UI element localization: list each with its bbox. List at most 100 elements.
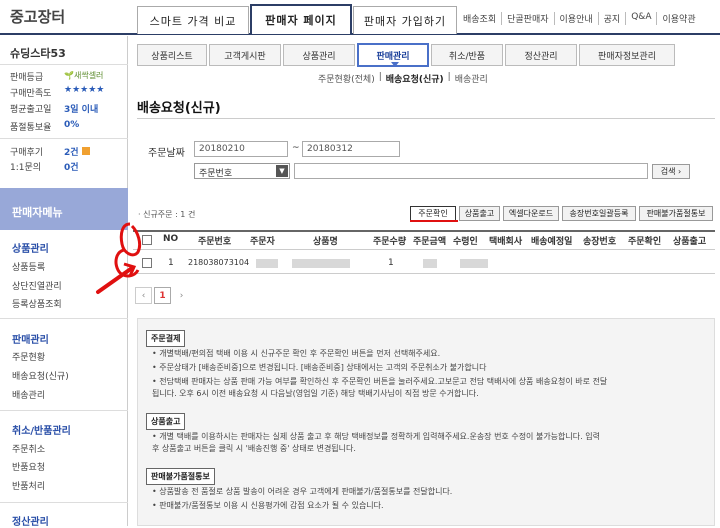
product-ship-button[interactable]: 상품출고	[459, 206, 500, 221]
subtab-settlement[interactable]: 정산관리	[505, 44, 577, 66]
notice-line: 됩니다. 오후 6시 이전 배송요청 시 다음날(영업일 기준) 해당 택배기사…	[152, 389, 479, 398]
col-recipient: 수령인	[453, 237, 478, 247]
divider	[0, 318, 128, 319]
new-order-count: · 신규주문 : 1 건	[138, 210, 196, 219]
notice-line: 후 상품출고 버튼을 클릭 시 '배송진행 중' 상태로 변경됩니다.	[152, 444, 356, 453]
soldout-rate-value: 0%	[64, 120, 80, 130]
menu-item-product-register[interactable]: 상품등록	[12, 260, 45, 273]
date-from-input[interactable]	[194, 141, 288, 157]
red-annotation-mark	[96, 222, 142, 294]
review-value[interactable]: 2건	[64, 145, 90, 158]
satisfaction-stars: ★★★★★	[64, 85, 105, 95]
chevron-down-icon: ▼	[276, 165, 288, 177]
new-badge-icon	[81, 147, 90, 155]
notice-line: • 상품발송 전 품절로 상품 발송이 어려운 경우 고객에게 판매불가/품절통…	[152, 487, 453, 496]
subtab-product-manage[interactable]: 상품관리	[283, 44, 355, 66]
link-notice[interactable]: 공지	[597, 12, 626, 25]
search-button[interactable]: 검색 ›	[652, 164, 690, 179]
search-type-value: 주문번호	[199, 169, 233, 179]
divider	[0, 502, 128, 503]
menu-item-delivery-manage[interactable]: 배송관리	[12, 388, 45, 401]
col-order-no: 주문번호	[198, 237, 232, 247]
notice-order-payment-title: 주문결제	[146, 330, 186, 347]
avg-ship-label: 평균출고일	[10, 105, 52, 115]
menu-item-return-request[interactable]: 반품요청	[12, 460, 45, 473]
subsub-order-status[interactable]: 주문현황(전체)	[314, 72, 379, 85]
col-amount: 주문금액	[413, 237, 447, 247]
red-underline-annotation	[410, 220, 458, 222]
inquiry-value[interactable]: 0건	[64, 160, 79, 173]
date-to-input[interactable]	[302, 141, 400, 157]
sub-sub-nav: 주문현황(전체) | 배송요청(신규) | 배송관리	[314, 72, 492, 85]
date-range-tilde: ~	[292, 143, 300, 153]
bulk-invoice-button[interactable]: 송장번호일괄등록	[562, 206, 636, 221]
subtab-seller-info[interactable]: 판매자정보관리	[579, 44, 675, 66]
col-invoice-no: 송장번호	[583, 237, 617, 247]
col-delivery-date: 배송예정일	[531, 237, 573, 247]
menu-item-return-process[interactable]: 반품처리	[12, 479, 45, 492]
menu-item-delivery-request[interactable]: 배송요청(신규)	[12, 369, 69, 382]
subsub-delivery-request[interactable]: 배송요청(신규)	[382, 72, 448, 85]
col-product: 상품명	[313, 237, 338, 247]
grade-label: 판매등급	[10, 73, 44, 83]
row-order-no[interactable]: 218038073104	[188, 258, 249, 267]
next-page-icon[interactable]: ›	[173, 287, 190, 304]
link-terms[interactable]: 이용약관	[656, 12, 700, 25]
avg-ship-value: 3일 이내	[64, 105, 99, 115]
menu-group-cancel-return[interactable]: 취소/반품관리	[12, 422, 71, 437]
notice-line: • 전담택배 판매자는 상품 판매 가능 여부를 확인하신 후 주문확인 버튼을…	[152, 377, 608, 386]
notice-line: • 개별 택배를 이용하시는 판매자는 실제 상품 출고 후 해당 택배정보를 …	[152, 432, 600, 441]
soldout-notice-button[interactable]: 판매불가품절통보	[639, 206, 713, 221]
notice-soldout-title: 판매불가품절통보	[146, 468, 215, 485]
link-regular-seller[interactable]: 단골판매자	[501, 12, 553, 25]
menu-item-order-status[interactable]: 주문현황	[12, 350, 45, 363]
tab-seller-signup[interactable]: 판매자 가입하기	[353, 6, 457, 34]
menu-group-sales[interactable]: 판매관리	[12, 331, 49, 346]
grade-value: 🌱새싹셀러	[64, 71, 104, 80]
search-input[interactable]	[294, 163, 648, 179]
menu-item-product-lookup[interactable]: 등록상품조회	[12, 297, 62, 310]
col-order-confirm: 주문확인	[628, 237, 662, 247]
top-links: 배송조회 단골판매자 이용안내 공지 Q&A 이용약관	[463, 12, 701, 25]
menu-group-product[interactable]: 상품관리	[12, 240, 49, 255]
subtab-product-list[interactable]: 상품리스트	[137, 44, 207, 66]
inquiry-label: 1:1문의	[10, 163, 42, 173]
col-orderer: 주문자	[250, 237, 275, 247]
subtab-customer-board[interactable]: 고객게시판	[209, 44, 281, 66]
col-qty: 주문수량	[373, 237, 407, 247]
col-ship: 상품출고	[673, 237, 707, 247]
excel-download-button[interactable]: 엑셀다운로드	[503, 206, 559, 221]
satisfaction-label: 구매만족도	[10, 89, 52, 99]
col-no: NO	[163, 234, 179, 244]
soldout-rate-label: 품절통보율	[10, 123, 52, 133]
menu-item-top-display[interactable]: 상단진열관리	[12, 279, 62, 292]
row-product-redacted	[292, 259, 350, 268]
col-courier: 택배회사	[489, 237, 523, 247]
page-title: 배송요청(신규)	[137, 101, 221, 116]
page-1[interactable]: 1	[154, 287, 171, 304]
tab-price-compare[interactable]: 스마트 가격 비교	[137, 6, 249, 34]
divider	[0, 410, 128, 411]
review-label: 구매후기	[10, 148, 44, 158]
subsub-delivery-manage[interactable]: 배송관리	[451, 72, 492, 85]
brand-logo[interactable]: 중고장터	[10, 6, 65, 27]
search-type-select[interactable]: 주문번호 ▼	[194, 163, 290, 179]
row-no: 1	[168, 258, 174, 268]
row-divider	[133, 273, 715, 274]
active-tab-caret-icon	[391, 62, 399, 67]
notice-line: • 주문상태가 [배송준비중]으로 변경됩니다. [배송준비중] 상태에서는 고…	[152, 363, 487, 372]
link-delivery-lookup[interactable]: 배송조회	[463, 12, 501, 25]
seller-name: 슈딩스타53	[10, 47, 66, 60]
menu-item-order-cancel[interactable]: 주문취소	[12, 442, 45, 455]
link-qna[interactable]: Q&A	[625, 12, 656, 25]
subtab-cancel-return[interactable]: 취소/반품	[431, 44, 503, 66]
notice-line: • 판매불가/품절통보 이용 시 신용평가에 감점 요소가 될 수 있습니다.	[152, 501, 384, 510]
row-recipient-redacted	[460, 259, 488, 268]
row-orderer-redacted	[256, 259, 278, 268]
date-label: 주문날짜	[148, 148, 185, 159]
divider	[0, 64, 128, 65]
order-confirm-button[interactable]: 주문확인	[410, 206, 456, 221]
link-guide[interactable]: 이용안내	[553, 12, 598, 25]
notice-ship-title: 상품출고	[146, 413, 186, 430]
tab-seller-page[interactable]: 판매자 페이지	[250, 4, 352, 34]
